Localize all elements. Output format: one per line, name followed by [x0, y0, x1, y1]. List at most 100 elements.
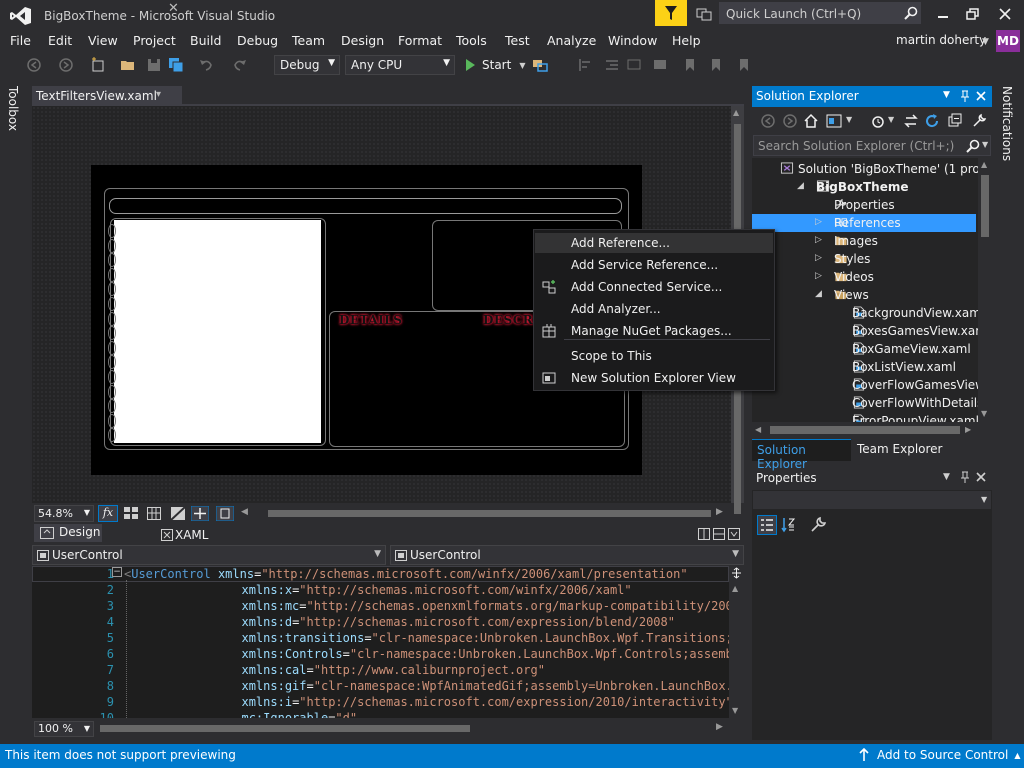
context-menu-item[interactable]: Add Analyzer...	[535, 299, 773, 319]
switch-views-icon[interactable]	[826, 113, 842, 129]
menu-debug[interactable]: Debug	[237, 33, 278, 48]
back-icon[interactable]	[760, 113, 776, 129]
scroll-up-icon[interactable]: ▲	[981, 160, 987, 169]
expand-arrow-icon[interactable]: ▷	[815, 217, 822, 227]
next-bookmark-icon[interactable]	[736, 57, 752, 73]
menu-analyze[interactable]: Analyze	[547, 33, 596, 48]
scroll-right-icon[interactable]: ▶	[716, 507, 723, 517]
context-menu-item[interactable]: New Solution Explorer View	[535, 368, 773, 388]
user-name[interactable]: martin doherty	[896, 33, 986, 47]
tree-item[interactable]: ◢ Views	[752, 286, 976, 304]
menu-view[interactable]: View	[88, 33, 118, 48]
scroll-right-icon[interactable]: ▶	[965, 425, 971, 434]
bookmark-icon[interactable]	[682, 57, 698, 73]
menu-test[interactable]: Test	[505, 33, 530, 48]
snap-to-snaplines-icon[interactable]	[191, 506, 209, 521]
tab-team-explorer[interactable]: Team Explorer	[857, 442, 943, 456]
indent-icon[interactable]	[604, 57, 620, 73]
solution-configuration-dropdown[interactable]: Debug ▼	[274, 55, 340, 75]
previous-bookmark-icon[interactable]	[708, 57, 724, 73]
sort-alphabetical-icon[interactable]	[780, 515, 800, 535]
user-dropdown-icon[interactable]: ▼	[982, 37, 989, 47]
tree-item[interactable]: CoverFlowGamesView.xaml	[752, 376, 978, 394]
tree-item[interactable]: CoverFlowWithDetailsGamesView.xaml	[752, 394, 978, 412]
tree-item[interactable]: BoxesGamesView.xaml	[752, 322, 978, 340]
code-nav-left-dropdown[interactable]: UserControl ▼	[32, 545, 386, 565]
sync-with-document-icon[interactable]	[903, 113, 919, 129]
solution-explorer-horizontal-scroll-thumb[interactable]	[770, 426, 960, 434]
navigate-back-icon[interactable]	[26, 57, 42, 73]
tree-item[interactable]: ▷ Videos	[752, 268, 976, 286]
undo-icon[interactable]	[198, 57, 214, 73]
browser-link-icon[interactable]	[532, 57, 548, 73]
designer-horizontal-scroll-thumb[interactable]	[268, 510, 711, 517]
scroll-right-icon[interactable]: ▶	[716, 722, 723, 732]
solution-explorer-vertical-scroll-thumb[interactable]	[981, 175, 989, 237]
code-nav-right-dropdown[interactable]: UserControl ▼	[390, 545, 744, 565]
home-icon[interactable]	[803, 113, 819, 129]
tree-item[interactable]: BoxListView.xaml	[752, 358, 976, 376]
uncomment-lines-icon[interactable]	[652, 57, 668, 73]
scroll-down-icon[interactable]: ▼	[732, 706, 738, 715]
context-menu-item[interactable]: Manage NuGet Packages...	[535, 321, 773, 341]
tab-solution-explorer[interactable]: Solution Explorer	[752, 439, 851, 471]
tree-item[interactable]: Properties	[752, 196, 976, 214]
refresh-icon[interactable]	[924, 113, 940, 129]
navigate-forward-icon[interactable]	[58, 57, 74, 73]
scroll-left-icon[interactable]: ◀	[241, 507, 248, 517]
menu-design[interactable]: Design	[341, 33, 384, 48]
menu-tools[interactable]: Tools	[456, 33, 487, 48]
forward-icon[interactable]	[782, 113, 798, 129]
tree-item[interactable]: BoxGameView.xaml	[752, 340, 976, 358]
expand-arrow-icon[interactable]: ▷	[815, 235, 822, 245]
grid-icon[interactable]	[124, 507, 138, 520]
send-feedback-icon[interactable]	[696, 6, 712, 22]
artboard-background-icon[interactable]	[171, 507, 185, 520]
menu-build[interactable]: Build	[190, 33, 221, 48]
tree-item[interactable]: ◢ C# BigBoxTheme	[752, 178, 976, 196]
context-menu-item[interactable]: Add Reference...	[535, 233, 773, 253]
avatar[interactable]: MD	[996, 30, 1020, 52]
menu-format[interactable]: Format	[398, 33, 442, 48]
solution-explorer-search-input[interactable]: Search Solution Explorer (Ctrl+;) ▼	[753, 135, 991, 156]
notifications-tab[interactable]: Notifications	[1000, 86, 1014, 161]
chevron-down-icon[interactable]: ▼	[846, 115, 852, 124]
comment-lines-icon[interactable]	[626, 57, 642, 73]
pin-icon[interactable]	[959, 90, 971, 103]
save-all-icon[interactable]	[168, 57, 184, 73]
pin-icon[interactable]: ▾	[156, 89, 161, 100]
xaml-code-editor[interactable]: − 1 <UserControl xmlns="http://schemas.mi…	[32, 566, 729, 718]
add-to-source-control-button[interactable]: Add to Source Control ▲	[858, 748, 1020, 762]
pending-changes-filter-icon[interactable]	[870, 113, 886, 129]
tab-textfiltersview[interactable]: TextFiltersView.xaml ▾	[32, 86, 182, 106]
scroll-down-icon[interactable]: ▼	[981, 409, 987, 418]
tree-item[interactable]: Solution 'BigBoxTheme' (1 project)	[752, 160, 978, 178]
scroll-left-icon[interactable]: ◀	[755, 425, 761, 434]
editor-horizontal-scroll-thumb[interactable]	[100, 725, 470, 732]
tree-item[interactable]: ▷ Styles	[752, 250, 976, 268]
expand-arrow-icon[interactable]: ▷	[815, 271, 822, 281]
menu-team[interactable]: Team	[292, 33, 325, 48]
panel-dropdown-icon[interactable]: ▼	[943, 472, 950, 482]
solution-platform-dropdown[interactable]: Any CPU ▼	[345, 55, 455, 75]
collapse-arrow-icon[interactable]: ◢	[815, 289, 822, 299]
context-menu-item[interactable]: Scope to This	[535, 346, 773, 366]
properties-object-selector[interactable]: ▼	[753, 491, 991, 509]
properties-wrench-icon[interactable]	[971, 113, 987, 129]
tree-item[interactable]: ErrorPopupView.xaml	[752, 412, 978, 422]
close-window-button[interactable]	[990, 4, 1020, 24]
menu-file[interactable]: File	[10, 33, 31, 48]
context-menu-item[interactable]: Add Connected Service...	[535, 277, 773, 297]
editor-vertical-scrollbar[interactable]: ▲ ▼	[729, 566, 744, 718]
pin-icon[interactable]	[959, 471, 971, 484]
close-icon[interactable]	[975, 471, 987, 483]
collapse-arrow-icon[interactable]: ◢	[797, 181, 804, 191]
menu-window[interactable]: Window	[608, 33, 657, 48]
context-menu-item[interactable]: Add Service Reference...	[535, 255, 773, 275]
solution-explorer-tree[interactable]: Solution 'BigBoxTheme' (1 project) ◢C#Big…	[752, 158, 978, 422]
redo-icon[interactable]	[232, 57, 248, 73]
restore-button[interactable]	[958, 4, 988, 24]
toolbox-tab[interactable]: Toolbox	[6, 86, 20, 131]
effects-toggle-button[interactable]: fx	[98, 505, 118, 522]
property-pages-wrench-icon[interactable]	[808, 515, 828, 535]
